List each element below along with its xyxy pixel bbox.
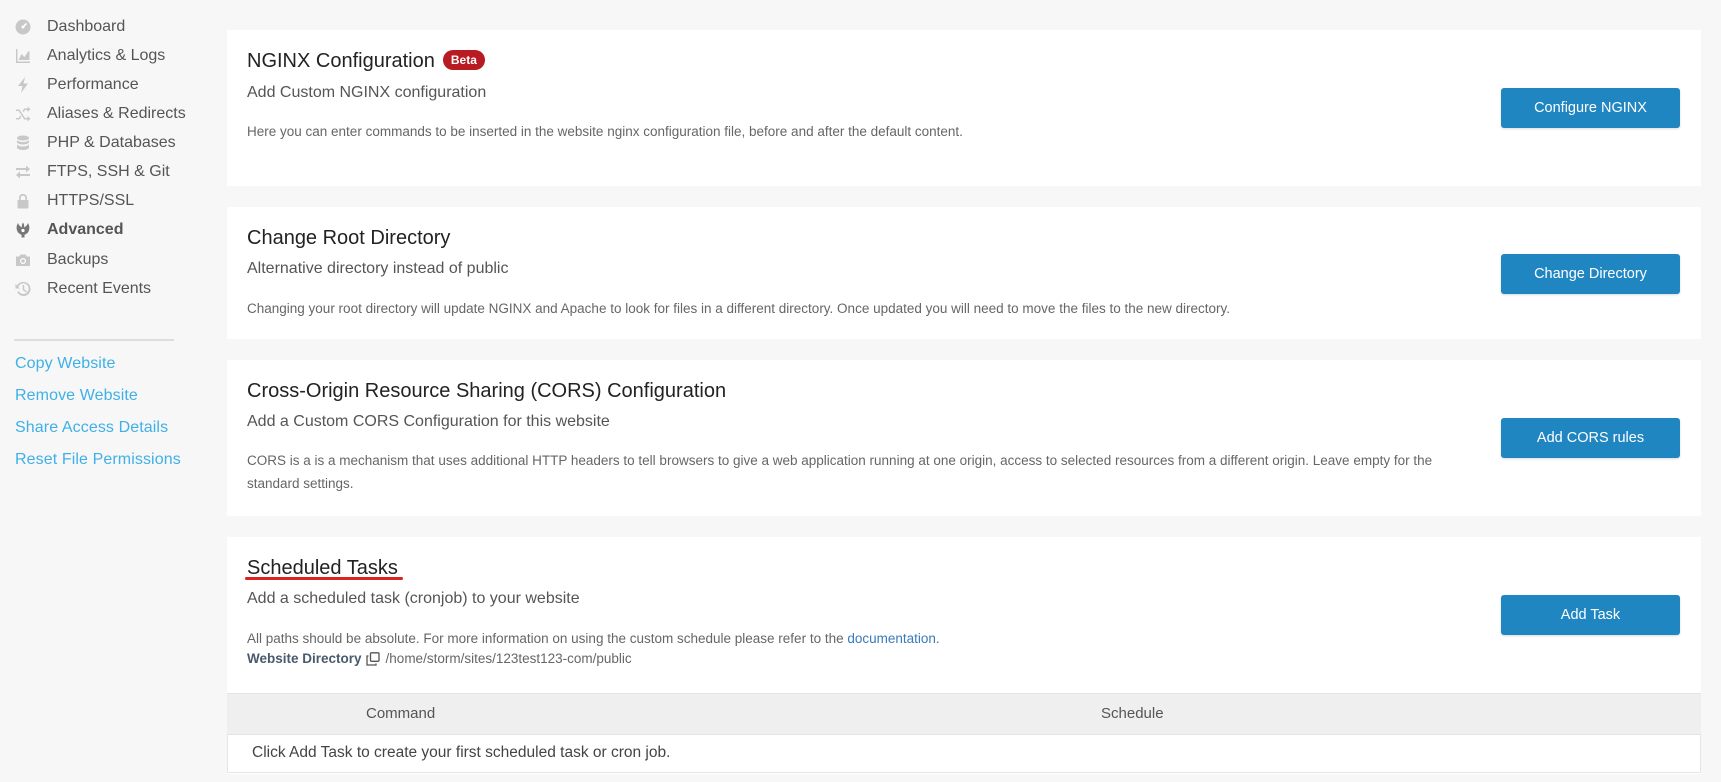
sidebar-item-advanced[interactable]: Advanced xyxy=(14,218,123,242)
camera-icon xyxy=(14,251,32,269)
lock-icon xyxy=(14,192,32,210)
chart-icon xyxy=(14,47,32,65)
description-line: standard settings. xyxy=(247,476,354,491)
copy-icon[interactable] xyxy=(365,651,380,666)
card-description: Changing your root directory will update… xyxy=(247,301,1231,316)
description-text: . xyxy=(935,631,940,646)
advanced-icon xyxy=(14,221,32,239)
add-task-button[interactable]: Add Task xyxy=(1501,595,1680,635)
card-subtitle: Add a Custom CORS Configuration for this… xyxy=(247,413,610,430)
description-line: CORS is a is a mechanism that uses addit… xyxy=(247,453,1433,468)
scheduled-tasks-card: Scheduled Tasks Add a scheduled task (cr… xyxy=(227,537,1701,774)
copy-website-link[interactable]: Copy Website xyxy=(15,355,116,373)
sidebar-item-label: Aliases & Redirects xyxy=(47,105,186,122)
share-access-details-link[interactable]: Share Access Details xyxy=(15,419,168,437)
documentation-link[interactable]: documentation xyxy=(847,631,936,646)
nginx-title: NGINX Configuration xyxy=(247,50,435,72)
empty-message: Click Add Task to create your first sche… xyxy=(252,744,671,761)
sidebar-item-label: PHP & Databases xyxy=(47,134,176,151)
card-subtitle: Alternative directory instead of public xyxy=(247,260,509,277)
card-subtitle: Add a scheduled task (cronjob) to your w… xyxy=(247,590,580,607)
sidebar-item-label: Performance xyxy=(47,76,139,93)
remove-website-link[interactable]: Remove Website xyxy=(15,387,138,405)
sidebar-item-ftps-ssh-git[interactable]: FTPS, SSH & Git xyxy=(14,160,170,184)
reset-file-permissions-link[interactable]: Reset File Permissions xyxy=(15,451,181,469)
sidebar-item-dashboard[interactable]: Dashboard xyxy=(14,15,125,39)
bolt-icon xyxy=(14,76,32,94)
cors-config-card: Cross-Origin Resource Sharing (CORS) Con… xyxy=(227,360,1701,516)
sidebar-item-backups[interactable]: Backups xyxy=(14,248,108,272)
tasks-table-empty-row: Click Add Task to create your first sche… xyxy=(227,734,1701,773)
card-description: CORS is a is a mechanism that uses addit… xyxy=(247,449,1467,495)
card-description: All paths should be absolute. For more i… xyxy=(247,627,940,650)
sidebar-item-https-ssl[interactable]: HTTPS/SSL xyxy=(14,189,134,213)
sidebar-item-label: Backups xyxy=(47,251,109,268)
sidebar-item-label: Analytics & Logs xyxy=(47,47,166,64)
sidebar-item-label: Advanced xyxy=(47,221,124,238)
website-directory-path: /home/storm/sites/123test123-com/public xyxy=(385,651,632,666)
beta-badge: Beta xyxy=(442,50,485,70)
website-directory-row: Website Directory /home/storm/sites/123t… xyxy=(247,651,632,666)
website-directory-label: Website Directory xyxy=(247,651,362,666)
database-icon xyxy=(14,134,32,152)
history-icon xyxy=(14,280,32,298)
sidebar-divider xyxy=(14,339,174,341)
change-directory-button[interactable]: Change Directory xyxy=(1501,254,1680,294)
column-header-schedule: Schedule xyxy=(1101,705,1164,722)
title-highlight-underline xyxy=(245,577,403,580)
configure-nginx-button[interactable]: Configure NGINX xyxy=(1501,88,1680,128)
card-title: Change Root Directory xyxy=(247,227,451,249)
nginx-config-card: NGINX Configuration Beta Add Custom NGINX… xyxy=(227,30,1701,186)
card-title: Cross-Origin Resource Sharing (CORS) Con… xyxy=(247,380,727,402)
description-text: All paths should be absolute. For more i… xyxy=(247,631,848,646)
change-root-directory-card: Change Root Directory Alternative direct… xyxy=(227,207,1701,339)
sidebar-item-label: Dashboard xyxy=(47,18,126,35)
dashboard-icon xyxy=(14,18,32,36)
shuffle-icon xyxy=(14,105,32,123)
sidebar-item-label: FTPS, SSH & Git xyxy=(47,163,170,180)
add-cors-rules-button[interactable]: Add CORS rules xyxy=(1501,418,1680,458)
sidebar-item-recent-events[interactable]: Recent Events xyxy=(14,277,151,301)
card-description: Here you can enter commands to be insert… xyxy=(247,124,963,139)
sidebar: Dashboard Analytics & Logs Performance A… xyxy=(0,0,200,782)
sidebar-item-label: Recent Events xyxy=(47,280,152,297)
card-title: NGINX Configuration Beta xyxy=(247,50,485,73)
sidebar-item-php-databases[interactable]: PHP & Databases xyxy=(14,131,176,155)
tasks-table-header: Command Schedule xyxy=(227,693,1701,735)
column-header-command: Command xyxy=(366,705,436,722)
transfer-icon xyxy=(14,163,32,181)
sidebar-item-analytics[interactable]: Analytics & Logs xyxy=(14,44,165,68)
sidebar-item-performance[interactable]: Performance xyxy=(14,73,139,97)
sidebar-item-aliases[interactable]: Aliases & Redirects xyxy=(14,102,186,126)
sidebar-item-label: HTTPS/SSL xyxy=(47,192,135,209)
card-subtitle: Add Custom NGINX configuration xyxy=(247,84,487,101)
